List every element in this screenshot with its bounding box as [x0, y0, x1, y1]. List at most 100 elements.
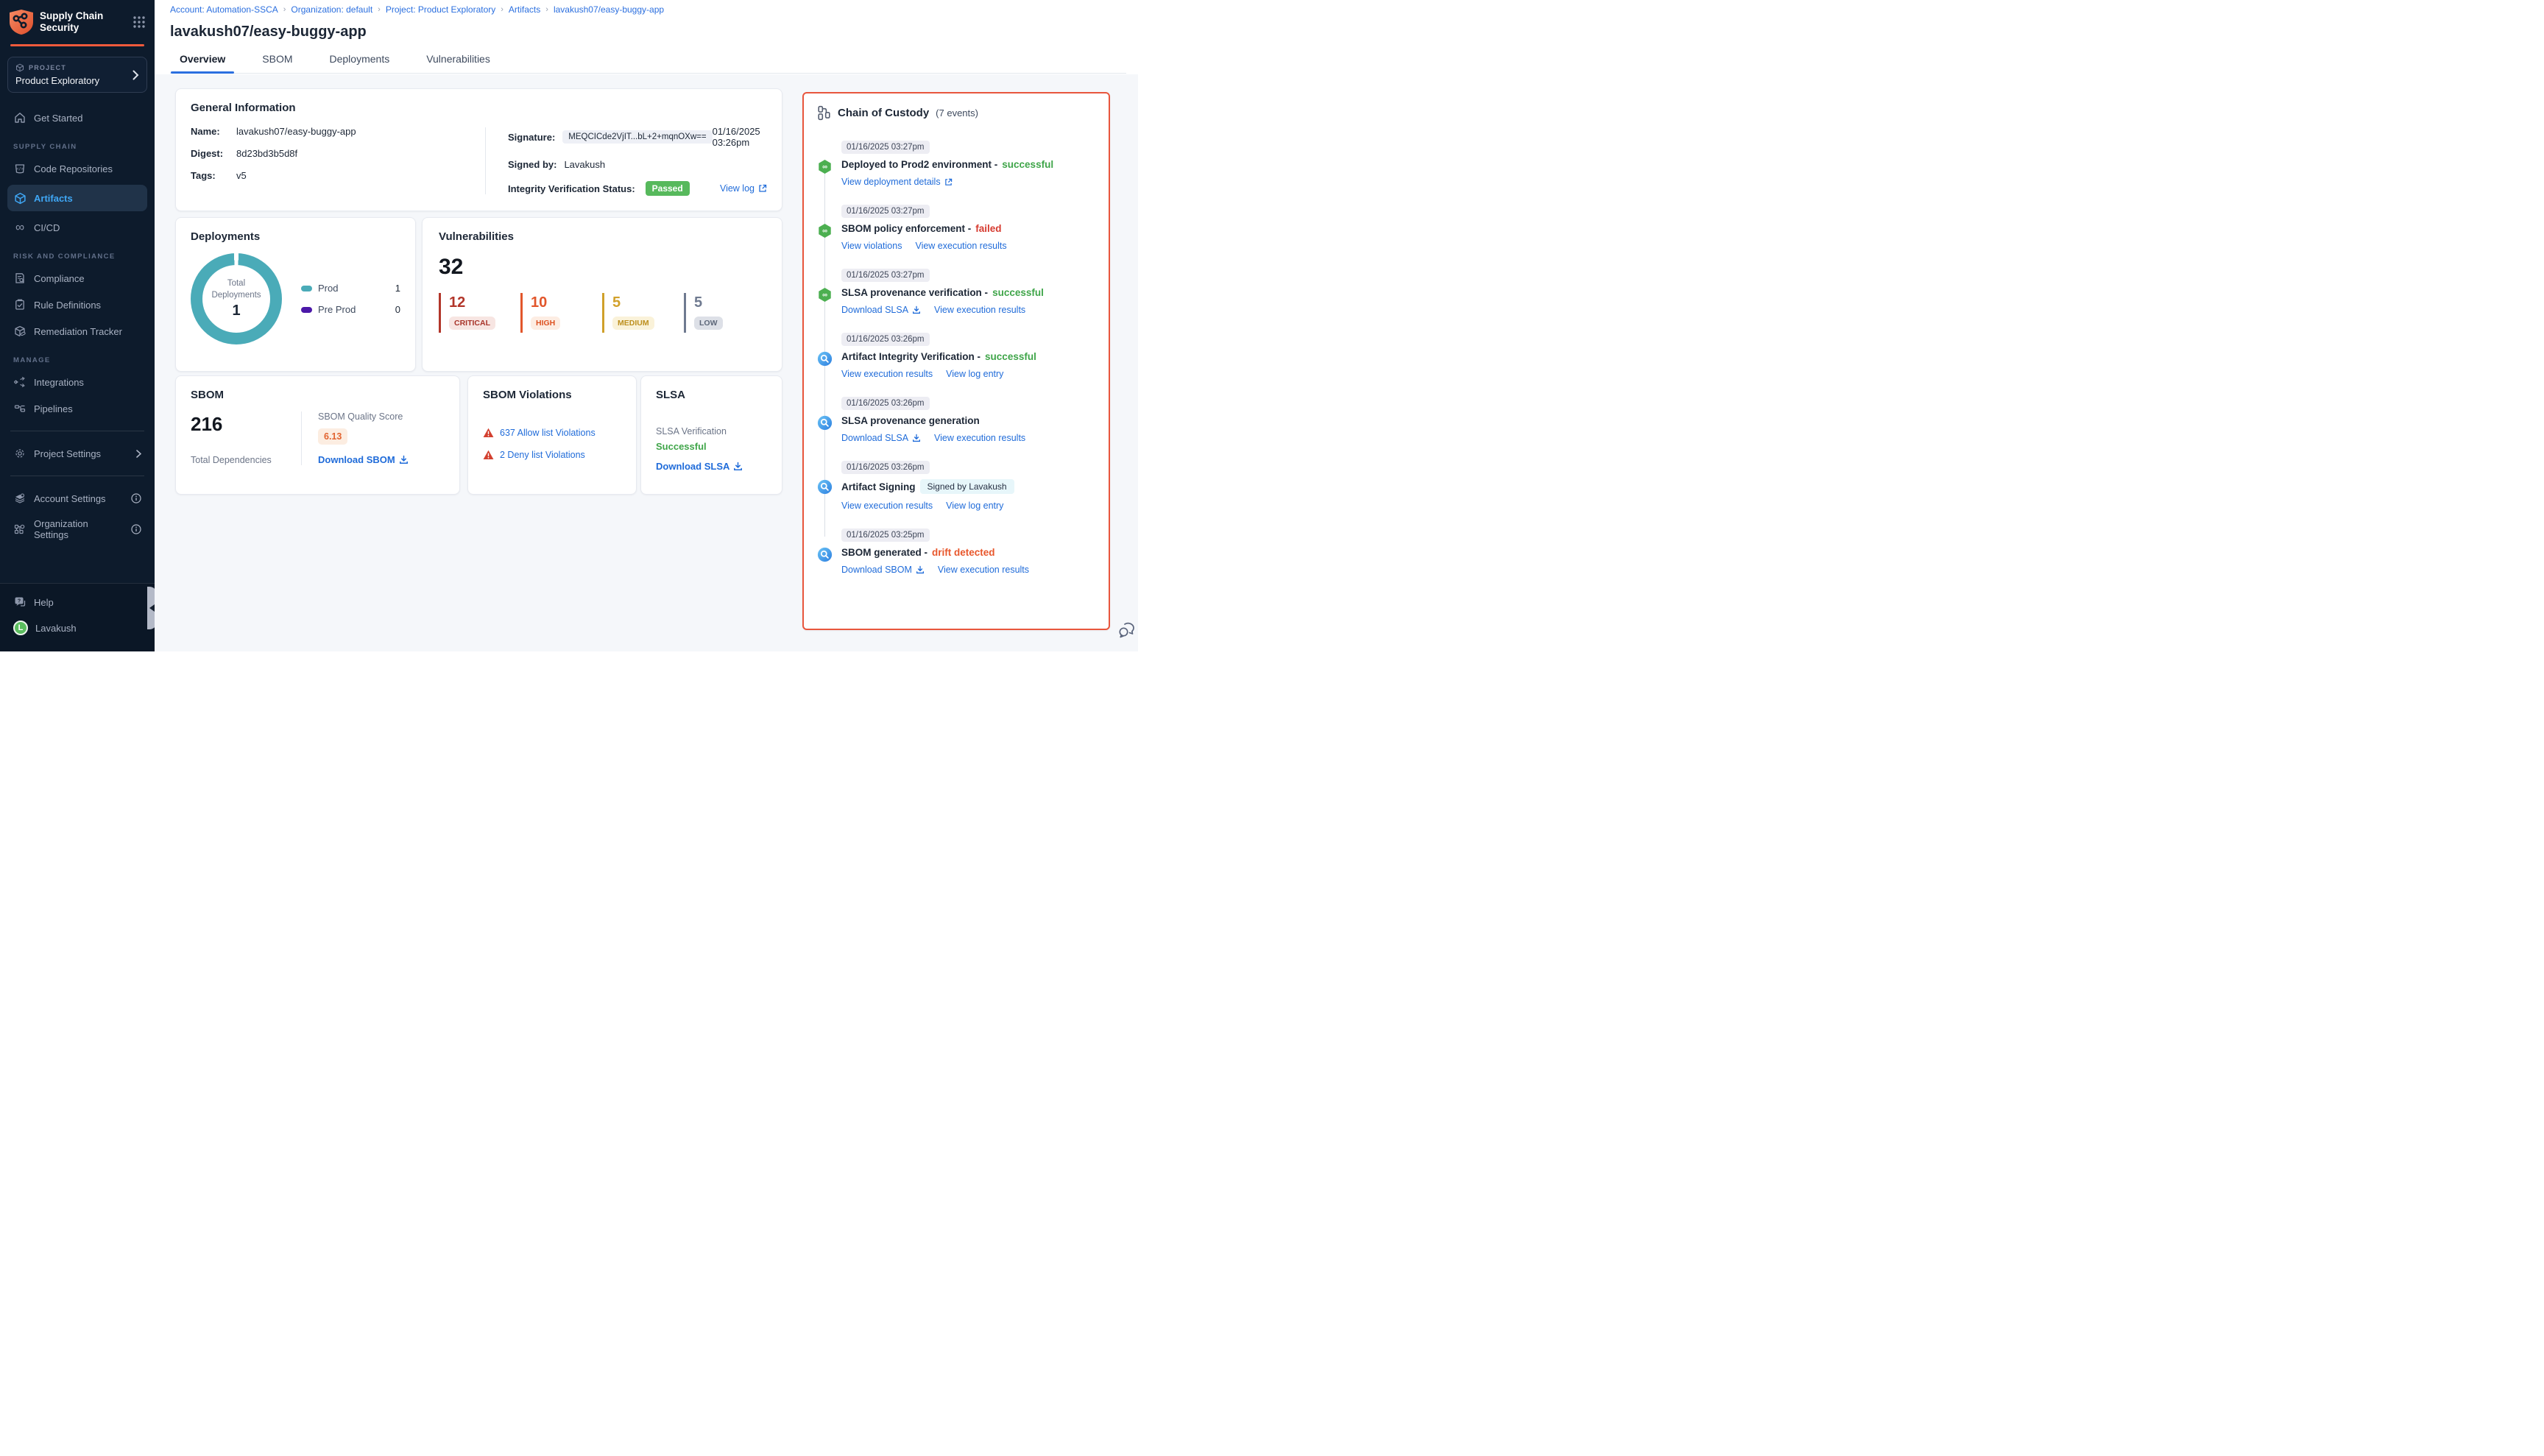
event-timestamp: 01/16/2025 03:26pm [841, 333, 930, 346]
download-icon [912, 305, 921, 314]
breadcrumb-separator: › [283, 5, 286, 14]
general-information-card: General Information Name:lavakush07/easy… [175, 88, 782, 211]
view-execution-results-link[interactable]: View execution results [841, 369, 933, 379]
tab-vulnerabilities[interactable]: Vulnerabilities [423, 53, 493, 73]
event-title: SLSA provenance generation [841, 415, 980, 426]
coc-event-artifact-signing: 01/16/2025 03:26pm Artifact Signing Sign… [817, 460, 1095, 511]
avatar: L [13, 621, 28, 635]
card-title: Vulnerabilities [439, 230, 766, 243]
download-slsa-link[interactable]: Download SLSA [841, 433, 921, 443]
help-button[interactable]: ? Help [0, 590, 155, 615]
sidebar: Supply Chain Security PROJECT Product Ex… [0, 0, 155, 651]
sidebar-item-integrations[interactable]: Integrations [0, 369, 155, 395]
tags-value: v5 [236, 170, 247, 181]
high-count: 10 [531, 294, 602, 311]
breadcrumb-artifacts[interactable]: Artifacts [509, 4, 540, 15]
sidebar-item-cicd[interactable]: ∞ CI/CD [0, 214, 155, 241]
artifacts-cube-icon [13, 191, 26, 205]
view-execution-results-link[interactable]: View execution results [938, 565, 1029, 575]
integrations-share-icon [13, 375, 26, 389]
breadcrumb-project[interactable]: Project: Product Exploratory [386, 4, 495, 15]
event-status: successful [992, 287, 1044, 298]
prod-count: 1 [395, 283, 400, 294]
view-log-entry-link[interactable]: View log entry [946, 369, 1003, 379]
view-execution-results-link[interactable]: View execution results [934, 433, 1025, 443]
sidebar-item-account-settings[interactable]: Account Settings [0, 485, 155, 512]
view-deployment-details-link[interactable]: View deployment details [841, 177, 953, 187]
download-slsa-link[interactable]: Download SLSA [656, 461, 743, 472]
clipboard-check-icon [13, 298, 26, 311]
severity-medium: 5 MEDIUM [602, 293, 684, 333]
tab-deployments[interactable]: Deployments [327, 53, 393, 73]
sbom-quality-score: 6.13 [318, 428, 347, 445]
chain-of-custody-title: Chain of Custody [838, 107, 929, 119]
event-status: successful [1002, 159, 1053, 170]
info-icon[interactable] [131, 493, 141, 503]
gear-icon [13, 447, 26, 460]
slsa-verification-label: SLSA Verification [656, 426, 767, 437]
breadcrumb-account[interactable]: Account: Automation-SSCA [170, 4, 278, 15]
event-timestamp: 01/16/2025 03:27pm [841, 141, 930, 154]
svg-text:?: ? [17, 598, 20, 604]
high-badge: HIGH [531, 317, 560, 330]
user-name: Lavakush [35, 623, 77, 634]
view-execution-results-link[interactable]: View execution results [841, 501, 933, 511]
chain-of-custody-count: (7 events) [936, 107, 978, 119]
sbom-quality-label: SBOM Quality Score [318, 411, 409, 422]
breadcrumb-separator: › [501, 5, 504, 14]
view-log-link[interactable]: View log [720, 183, 767, 194]
digest-value: 8d23bd3b5d8f [236, 148, 297, 159]
preprod-swatch [301, 307, 312, 313]
low-count: 5 [694, 294, 766, 311]
signature-label: Signature: [508, 132, 555, 143]
user-menu[interactable]: L Lavakush [0, 615, 155, 641]
pipeline-event-icon: ∞ [817, 159, 833, 174]
sidebar-item-project-settings[interactable]: Project Settings [0, 440, 155, 467]
allow-list-violations-link[interactable]: 637 Allow list Violations [500, 428, 596, 438]
project-selector[interactable]: PROJECT Product Exploratory [7, 57, 147, 93]
coc-event-deployed: ∞ 01/16/2025 03:27pm Deployed to Prod2 e… [817, 140, 1095, 187]
breadcrumb: Account: Automation-SSCA › Organization: … [170, 4, 1126, 15]
breadcrumb-organization[interactable]: Organization: default [291, 4, 372, 15]
deny-list-violations-link[interactable]: 2 Deny list Violations [500, 450, 585, 460]
svg-text:</>: </> [16, 167, 24, 172]
sbom-card: SBOM 216 Total Dependencies SBOM Quality… [175, 375, 460, 495]
sidebar-section-manage: MANAGE [0, 344, 155, 369]
sidebar-item-rule-definitions[interactable]: Rule Definitions [0, 291, 155, 318]
support-chat-button[interactable] [1117, 622, 1137, 640]
sidebar-item-artifacts[interactable]: Artifacts [7, 185, 147, 211]
info-icon[interactable] [131, 524, 141, 534]
donut-center-label: Total Deployments [207, 278, 266, 301]
download-sbom-link[interactable]: Download SBOM [841, 565, 925, 575]
sidebar-item-remediation-tracker[interactable]: Remediation Tracker [0, 318, 155, 344]
main-area: Account: Automation-SSCA › Organization: … [155, 0, 1138, 651]
download-sbom-link[interactable]: Download SBOM [318, 454, 409, 465]
sidebar-item-code-repositories[interactable]: </> Code Repositories [0, 155, 155, 182]
donut-total-value: 1 [232, 303, 240, 319]
external-link-icon [944, 178, 953, 186]
app-grid-icon[interactable] [132, 15, 146, 29]
view-violations-link[interactable]: View violations [841, 241, 902, 251]
download-icon [399, 455, 409, 464]
sidebar-item-get-started[interactable]: Get Started [0, 105, 155, 131]
view-log-entry-link[interactable]: View log entry [946, 501, 1003, 511]
event-status: failed [975, 223, 1001, 234]
slsa-card: SLSA SLSA Verification Successful Downlo… [640, 375, 782, 495]
tab-overview[interactable]: Overview [177, 53, 228, 73]
view-execution-results-link[interactable]: View execution results [915, 241, 1006, 251]
warning-triangle-icon [483, 450, 494, 460]
signed-by-value: Lavakush [564, 159, 605, 170]
event-timestamp: 01/16/2025 03:25pm [841, 529, 930, 542]
prod-swatch [301, 286, 312, 291]
status-badge: Passed [646, 181, 690, 196]
event-timestamp: 01/16/2025 03:26pm [841, 461, 930, 474]
event-timestamp: 01/16/2025 03:26pm [841, 397, 930, 410]
sidebar-item-organization-settings[interactable]: Organization Settings [0, 512, 155, 547]
breadcrumb-current[interactable]: lavakush07/easy-buggy-app [554, 4, 664, 15]
tab-sbom[interactable]: SBOM [259, 53, 295, 73]
signature-value-chip[interactable]: MEQCICde2VjIT...bL+2+mqnOXw== [562, 130, 712, 144]
sidebar-item-pipelines[interactable]: Pipelines [0, 395, 155, 422]
sidebar-item-compliance[interactable]: Compliance [0, 265, 155, 291]
view-execution-results-link[interactable]: View execution results [934, 305, 1025, 315]
download-slsa-link[interactable]: Download SLSA [841, 305, 921, 315]
